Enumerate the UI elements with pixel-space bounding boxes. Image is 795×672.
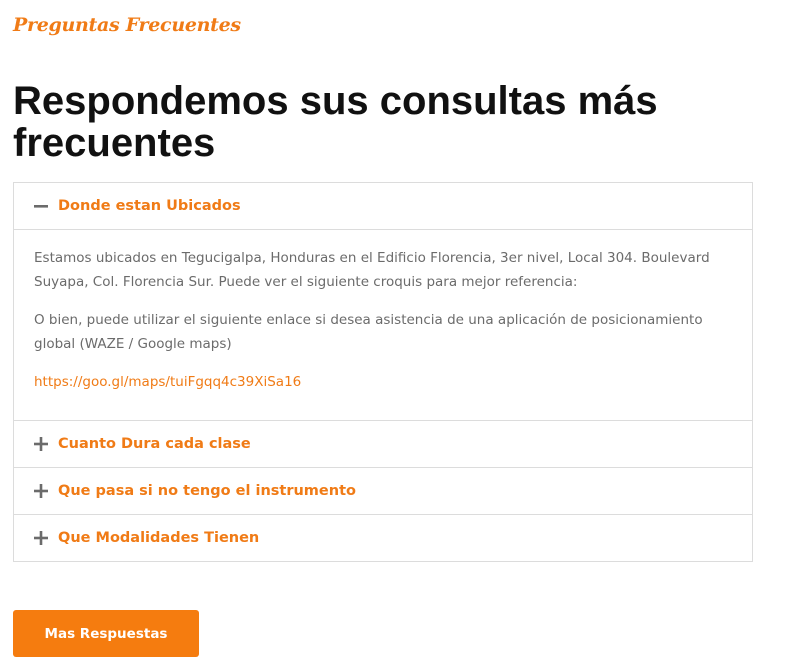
plus-icon	[34, 531, 48, 545]
more-answers-button[interactable]: Mas Respuestas	[13, 610, 199, 657]
faq-toggle-location[interactable]: Donde estan Ubicados	[14, 183, 752, 229]
minus-icon	[34, 205, 48, 208]
section-eyebrow: Preguntas Frecuentes	[13, 14, 241, 36]
faq-item-instrument: Que pasa si no tengo el instrumento	[14, 468, 752, 515]
plus-icon	[34, 437, 48, 451]
plus-icon	[34, 484, 48, 498]
faq-item-location: Donde estan Ubicados Estamos ubicados en…	[14, 183, 752, 421]
faq-question: Que pasa si no tengo el instrumento	[58, 483, 356, 499]
section-headline: Respondemos sus consultas más frecuentes	[13, 79, 658, 165]
faq-item-modalities: Que Modalidades Tienen	[14, 515, 752, 561]
faq-answer: Estamos ubicados en Tegucigalpa, Hondura…	[14, 229, 752, 420]
faq-toggle-modalities[interactable]: Que Modalidades Tienen	[14, 515, 752, 561]
faq-item-class-duration: Cuanto Dura cada clase	[14, 421, 752, 468]
maps-link[interactable]: https://goo.gl/maps/tuiFgqq4c39XiSa16	[34, 374, 301, 390]
answer-paragraph: O bien, puede utilizar el siguiente enla…	[34, 312, 703, 352]
faq-accordion: Donde estan Ubicados Estamos ubicados en…	[13, 182, 753, 562]
answer-paragraph: Estamos ubicados en Tegucigalpa, Hondura…	[34, 250, 710, 290]
faq-toggle-class-duration[interactable]: Cuanto Dura cada clase	[14, 421, 752, 467]
answer-link-paragraph: https://goo.gl/maps/tuiFgqq4c39XiSa16	[34, 370, 732, 394]
faq-question: Cuanto Dura cada clase	[58, 436, 251, 452]
faq-question: Donde estan Ubicados	[58, 198, 241, 214]
faq-question: Que Modalidades Tienen	[58, 530, 260, 546]
faq-toggle-instrument[interactable]: Que pasa si no tengo el instrumento	[14, 468, 752, 514]
